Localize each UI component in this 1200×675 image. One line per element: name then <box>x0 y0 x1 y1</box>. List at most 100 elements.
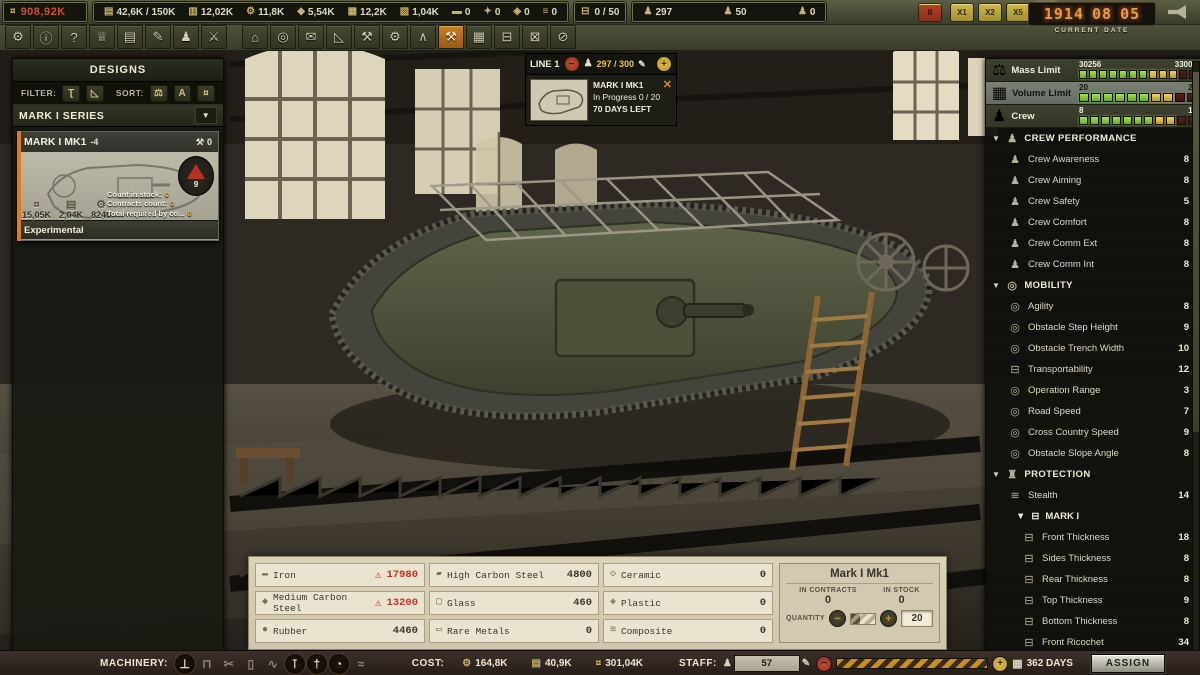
stat-row: ◎ Road Speed 7 <box>986 401 1200 422</box>
factory-icon[interactable]: ⌂ <box>242 25 268 49</box>
tank-repair-icon[interactable]: ⊠ <box>522 25 548 49</box>
scientist-icon: ♟ <box>798 7 807 17</box>
collapse-triangle-icon[interactable]: ▼ <box>992 134 1000 143</box>
speed-button[interactable]: X2 <box>978 3 1002 22</box>
quantity-plus-button[interactable]: + <box>880 610 897 627</box>
quantity-slider[interactable] <box>850 613 876 625</box>
filter-type-icon[interactable]: Ʈ <box>62 85 80 102</box>
obstacle-slope-icon: ◎ <box>1008 447 1022 460</box>
measuring-icon[interactable]: ∧ <box>410 25 436 49</box>
info-icon[interactable]: ⓘ <box>33 25 59 49</box>
pause-button[interactable]: II <box>918 3 942 22</box>
series-collapse-button[interactable]: ▼ <box>195 107 217 124</box>
military-icon[interactable]: ⚔ <box>201 25 227 49</box>
staff-slider[interactable] <box>836 658 988 669</box>
material-value: 460 <box>573 597 592 609</box>
line-title: LINE 1 <box>530 59 560 70</box>
line-item-close-icon[interactable]: ✕ <box>663 78 672 91</box>
sort-cost-icon[interactable]: ¤ <box>197 85 215 102</box>
design-card-mark-i-mk1[interactable]: MARK I MK1 -4 ⚒ 0 9 <box>17 131 219 241</box>
quantity-value[interactable]: 20 <box>901 610 933 627</box>
material-name: Medium Carbon Steel <box>273 592 370 614</box>
gauge-bar: 8 10 <box>1079 107 1197 125</box>
material-value: 0 <box>586 625 592 637</box>
saw-icon[interactable]: ∿ <box>263 654 283 674</box>
furnace-icon[interactable]: ▯ <box>241 654 261 674</box>
construction-hammer-icon[interactable]: ⚒ <box>438 25 464 49</box>
gauge-icon[interactable]: ◔ <box>329 654 349 674</box>
speed-button[interactable]: X5 <box>1006 3 1030 22</box>
glass-icon: ▢ <box>436 598 442 608</box>
stat-row: ◎ Cross Country Speed 9 <box>986 422 1200 443</box>
bolt-icon[interactable]: ⊺ <box>285 654 305 674</box>
anvil-icon[interactable]: ⊓ <box>197 654 217 674</box>
filter-artillery-icon[interactable]: ◺ <box>86 85 104 102</box>
main-toolbar: ⚙ ⓘ ? ♕ ▤ ✎ ♟ <box>0 24 1200 51</box>
line-item-info: MARK I MK1 In Progress 0 / 20 70 DAYS LE… <box>593 79 660 121</box>
workshop-icon[interactable]: ⚙ <box>382 25 408 49</box>
line-add-worker-button[interactable]: + <box>656 56 672 72</box>
speed-button[interactable]: X1 <box>950 3 974 22</box>
journal-icon[interactable]: ▤ <box>117 25 143 49</box>
top-resource-bar: ¤ 908,92K ▤ 42,6K / 150K ▥ 12,02K ⚙ 11,8… <box>0 0 1200 25</box>
stats-scrollbar-thumb[interactable] <box>1193 72 1199 432</box>
personnel-icon[interactable]: ♟ <box>173 25 199 49</box>
settings-icon[interactable]: ⚙ <box>5 25 31 49</box>
staff-counter: ♟ 50 <box>720 7 751 18</box>
card-stats: Count in stock: 0 Contracts count: 0 Tot… <box>107 190 215 219</box>
tank-scrap-icon[interactable]: ⊘ <box>550 25 576 49</box>
crew-comm-ext-icon: ♟ <box>1008 237 1022 250</box>
resource-value: 12,02K <box>201 7 233 18</box>
armor-plates-icon[interactable]: ▦ <box>466 25 492 49</box>
repair-tools-icon[interactable]: ⚒ <box>354 25 380 49</box>
staff-plus-button[interactable]: + <box>992 656 1008 672</box>
stat-row: ♟ Crew Comfort 8 <box>986 212 1200 233</box>
transportability-icon: ⊟ <box>1008 363 1022 376</box>
section-crew-performance[interactable]: ▼ ♟ CREW PERFORMANCE <box>986 128 1200 149</box>
bottom-bar: MACHINERY: ⊥ ⊓ ✂ ▯ ∿ ⊺ † ◔ ≈ COST: <box>0 650 1200 675</box>
collapse-triangle-icon[interactable]: ▼ <box>992 470 1000 479</box>
notes-icon[interactable]: ✎ <box>145 25 171 49</box>
edit-icon[interactable]: ✎ <box>638 59 646 70</box>
collapse-triangle-icon[interactable]: ▼ <box>1016 511 1025 522</box>
help-icon[interactable]: ? <box>61 25 87 49</box>
machinery-label: MACHINERY: <box>100 658 168 669</box>
sort-alpha-icon[interactable]: A <box>174 85 192 102</box>
material-row: ◈ Plastic ⚠ 0 <box>603 591 773 615</box>
card-body: 9 ¤ 15,05K ▤ 2,04K <box>18 152 218 220</box>
stats-scrollbar[interactable] <box>1192 61 1200 651</box>
series-header[interactable]: MARK I SERIES ▼ <box>13 105 223 127</box>
staff-edit-icon[interactable]: ✎ <box>802 658 810 669</box>
spring-icon[interactable]: ≈ <box>351 654 371 674</box>
staff-minus-button[interactable]: − <box>816 656 832 672</box>
resource-value: 0 <box>524 7 530 18</box>
collapse-triangle-icon[interactable]: ▼ <box>992 281 1000 290</box>
artillery-icon[interactable]: ◺ <box>326 25 352 49</box>
subsection-mark-i[interactable]: ▼ ⊟ MARK I <box>986 506 1200 527</box>
tongs-icon[interactable]: ✂ <box>219 654 239 674</box>
material-name: Ceramic <box>621 570 755 581</box>
date-year: 1914 <box>1042 5 1086 23</box>
section-protection[interactable]: ▼ ♜ PROTECTION <box>986 464 1200 485</box>
world-map-icon[interactable]: ◎ <box>270 25 296 49</box>
mobility-icon: ◎ <box>1005 279 1019 292</box>
sort-weight-icon[interactable]: ⚖ <box>150 85 168 102</box>
line-worker-count: 297 / 300 <box>597 59 635 69</box>
achievements-icon[interactable]: ♕ <box>89 25 115 49</box>
line-remove-worker-button[interactable]: − <box>564 56 580 72</box>
section-mobility[interactable]: ▼ ◎ MOBILITY <box>986 275 1200 296</box>
quantity-minus-button[interactable]: − <box>829 610 846 627</box>
staff-count-input[interactable]: 57 <box>734 655 800 672</box>
press-icon[interactable]: † <box>307 654 327 674</box>
bottom-thickness-icon: ⊟ <box>1022 615 1036 628</box>
drill-press-icon[interactable]: ⊥ <box>175 654 195 674</box>
date-display: 1914 08 05 <box>1028 2 1156 26</box>
in-contracts-counter: IN CONTRACTS 0 <box>799 587 857 606</box>
market-icon[interactable]: ✉ <box>298 25 324 49</box>
stat-row: ◎ Operation Range 3 <box>986 380 1200 401</box>
tank-production-icon[interactable]: ⊟ <box>494 25 520 49</box>
crew-comm-int-icon: ♟ <box>1008 258 1022 271</box>
stealth-icon: ≋ <box>1008 489 1022 502</box>
assign-button[interactable]: ASSIGN <box>1091 654 1165 673</box>
fabric-icon: ◈ <box>513 7 521 17</box>
